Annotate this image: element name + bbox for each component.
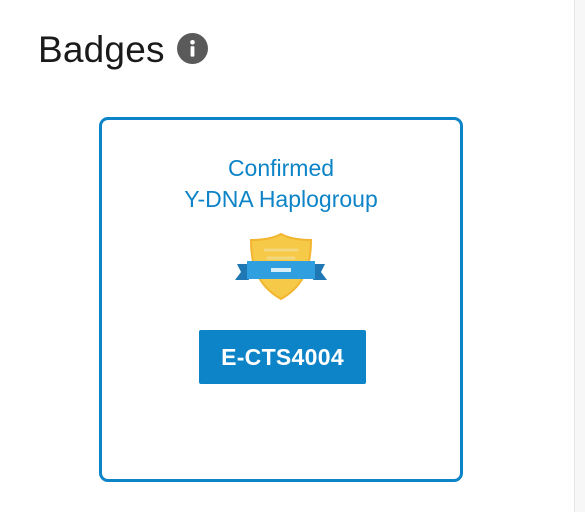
haplogroup-label: E-CTS4004 xyxy=(199,330,366,384)
badge-title-line1: Confirmed xyxy=(227,155,335,181)
side-gutter xyxy=(575,0,585,512)
page-title: Badges xyxy=(38,29,165,70)
shield-ribbon-icon xyxy=(234,232,328,301)
info-icon[interactable] xyxy=(176,32,208,64)
badge-title-line2: Y-DNA Haplogroup xyxy=(184,186,378,212)
badges-panel: Badges Confirmed Y-DNA Haplogroup E-CTS4… xyxy=(0,0,575,512)
badge-title: Confirmed Y-DNA Haplogroup xyxy=(102,153,460,215)
badges-header: Badges xyxy=(38,28,208,72)
haplogroup-badge-card[interactable]: Confirmed Y-DNA Haplogroup E-CTS4004 xyxy=(99,117,463,482)
